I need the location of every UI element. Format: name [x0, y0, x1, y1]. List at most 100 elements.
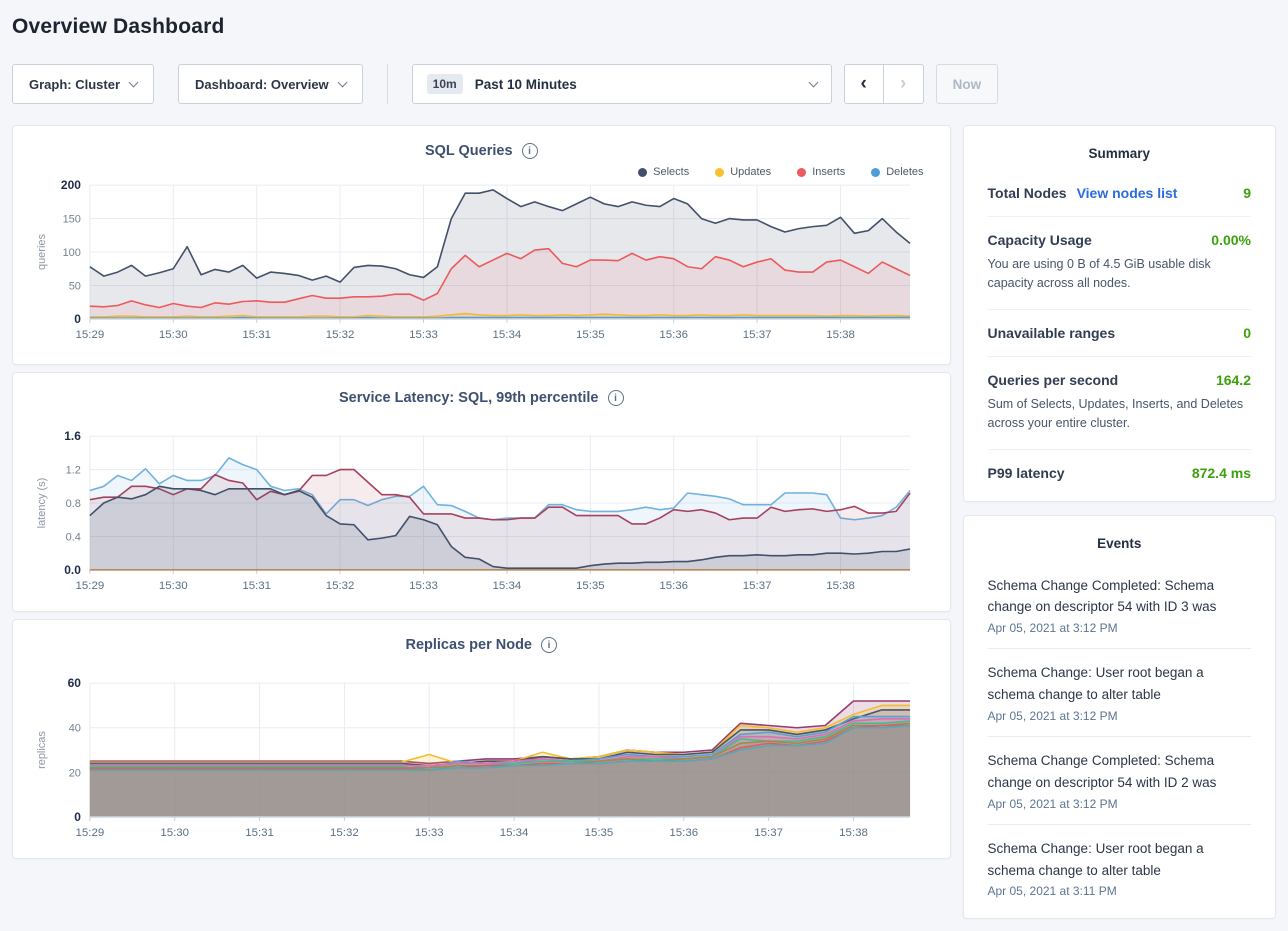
event-divider: [988, 736, 1252, 737]
summary-divider: [988, 216, 1252, 217]
svg-text:15:36: 15:36: [660, 580, 689, 592]
summary-stat-label: Total Nodes: [988, 185, 1067, 201]
event-divider: [988, 648, 1252, 649]
toolbar-divider: [387, 64, 388, 104]
dashboard-dropdown-label: Dashboard: Overview: [195, 77, 329, 92]
svg-text:15:34: 15:34: [493, 580, 522, 592]
graph-scope-label: Graph: Cluster: [29, 77, 120, 92]
charts-column: SQL Queries i Selects Updates Inserts Delet…: [12, 125, 951, 919]
info-icon[interactable]: i: [608, 390, 624, 406]
svg-text:15:30: 15:30: [161, 827, 190, 839]
event-message: Schema Change: User root began a schema …: [988, 662, 1252, 706]
chevron-down-icon: [129, 78, 139, 88]
svg-text:100: 100: [63, 247, 81, 259]
dashboard-dropdown[interactable]: Dashboard: Overview: [178, 64, 363, 104]
replicas-per-node-chart: 15:2915:3015:3115:3215:3315:3415:3515:36…: [32, 677, 930, 849]
svg-text:0.8: 0.8: [66, 498, 81, 510]
event-item[interactable]: Schema Change Completed: Schema change o…: [988, 750, 1252, 811]
svg-text:0.0: 0.0: [65, 563, 82, 577]
svg-text:15:29: 15:29: [76, 329, 105, 341]
svg-text:15:33: 15:33: [409, 580, 438, 592]
svg-text:latency (s): latency (s): [36, 478, 48, 529]
svg-text:15:33: 15:33: [409, 329, 438, 341]
legend-item-inserts: Inserts: [797, 165, 845, 179]
svg-text:15:30: 15:30: [159, 580, 188, 592]
event-divider: [988, 824, 1252, 825]
time-range-selector[interactable]: 10m Past 10 Minutes: [412, 64, 832, 104]
svg-text:15:37: 15:37: [743, 580, 772, 592]
svg-text:150: 150: [63, 214, 81, 226]
replicas-per-node-chart-panel: Replicas per Node i 15:2915:3015:3115:32…: [12, 619, 951, 859]
svg-text:0: 0: [74, 810, 81, 824]
svg-text:50: 50: [69, 280, 81, 292]
time-step-buttons: ‹ ›: [844, 64, 924, 104]
time-back-button[interactable]: ‹: [844, 64, 884, 104]
svg-text:15:38: 15:38: [826, 580, 855, 592]
summary-stat-value: 0.00%: [1211, 232, 1251, 248]
legend-item-updates: Updates: [715, 165, 771, 179]
info-icon[interactable]: i: [522, 143, 538, 159]
svg-text:1.2: 1.2: [66, 465, 81, 477]
summary-stat: Queries per second164.2Sum of Selects, U…: [988, 372, 1252, 434]
legend-label: Deletes: [886, 166, 923, 178]
summary-stat-description: You are using 0 B of 4.5 GiB usable disk…: [988, 255, 1252, 294]
time-range-badge: 10m: [427, 74, 463, 94]
legend-item-deletes: Deletes: [871, 165, 923, 179]
summary-stat-value: 9: [1243, 185, 1251, 201]
summary-stat-value: 872.4 ms: [1192, 465, 1251, 481]
summary-title: Summary: [988, 146, 1252, 161]
svg-text:15:32: 15:32: [326, 580, 355, 592]
legend-dot-icon: [797, 168, 806, 177]
svg-text:15:29: 15:29: [76, 580, 105, 592]
svg-text:1.6: 1.6: [65, 430, 82, 443]
svg-text:15:29: 15:29: [76, 827, 105, 839]
legend-label: Inserts: [812, 166, 845, 178]
svg-text:200: 200: [61, 179, 81, 192]
event-timestamp: Apr 05, 2021 at 3:12 PM: [988, 709, 1252, 723]
summary-stat: Total Nodes View nodes list 9: [988, 185, 1252, 201]
event-message: Schema Change Completed: Schema change o…: [988, 750, 1252, 794]
time-range-label: Past 10 Minutes: [475, 77, 577, 92]
svg-text:15:35: 15:35: [576, 329, 605, 341]
event-timestamp: Apr 05, 2021 at 3:11 PM: [988, 884, 1252, 898]
events-panel: Events Schema Change Completed: Schema c…: [963, 515, 1277, 920]
legend-label: Updates: [730, 166, 771, 178]
svg-text:queries: queries: [36, 234, 48, 270]
view-nodes-list-link[interactable]: View nodes list: [1077, 185, 1178, 201]
chevron-down-icon: [337, 78, 347, 88]
svg-text:15:37: 15:37: [755, 827, 784, 839]
summary-stat-value: 164.2: [1216, 372, 1251, 388]
summary-panel: Summary Total Nodes View nodes list 9 Capac…: [963, 125, 1277, 502]
svg-text:15:38: 15:38: [826, 329, 855, 341]
svg-text:15:34: 15:34: [493, 329, 522, 341]
svg-text:15:31: 15:31: [245, 827, 274, 839]
time-forward-button[interactable]: ›: [884, 64, 924, 104]
chart-title: SQL Queries: [425, 143, 513, 159]
event-message: Schema Change Completed: Schema change o…: [988, 575, 1252, 619]
svg-text:15:35: 15:35: [576, 580, 605, 592]
chart-title: Service Latency: SQL, 99th percentile: [339, 390, 599, 406]
summary-stat-description: Sum of Selects, Updates, Inserts, and De…: [988, 395, 1252, 434]
events-title: Events: [988, 536, 1252, 551]
svg-text:replicas: replicas: [36, 731, 48, 769]
svg-text:0: 0: [74, 312, 81, 326]
legend-label: Selects: [653, 166, 689, 178]
summary-divider: [988, 356, 1252, 357]
graph-scope-dropdown[interactable]: Graph: Cluster: [12, 64, 154, 104]
service-latency-chart: 15:29 15:30 15:31 15:32 15:33 15:34 15:35 15:36…: [32, 430, 930, 602]
event-item[interactable]: Schema Change Completed: Schema change o…: [988, 575, 1252, 636]
legend-item-selects: Selects: [638, 165, 689, 179]
summary-stat-label: Capacity Usage: [988, 232, 1092, 248]
info-icon[interactable]: i: [541, 637, 557, 653]
chart-legend: Selects Updates Inserts Deletes: [13, 159, 950, 179]
event-item[interactable]: Schema Change: User root began a schema …: [988, 662, 1252, 723]
svg-text:15:31: 15:31: [243, 580, 272, 592]
svg-text:15:33: 15:33: [415, 827, 444, 839]
summary-stat: Capacity Usage 0.00% You are using 0 B of …: [988, 232, 1252, 294]
svg-text:15:36: 15:36: [660, 329, 689, 341]
summary-stat: Unavailable ranges0: [988, 325, 1252, 341]
event-item[interactable]: Schema Change: User root began a schema …: [988, 838, 1252, 899]
summary-divider: [988, 449, 1252, 450]
now-button[interactable]: Now: [936, 64, 999, 104]
overview-dashboard-page: Overview Dashboard Graph: Cluster Dashbo…: [0, 0, 1288, 931]
